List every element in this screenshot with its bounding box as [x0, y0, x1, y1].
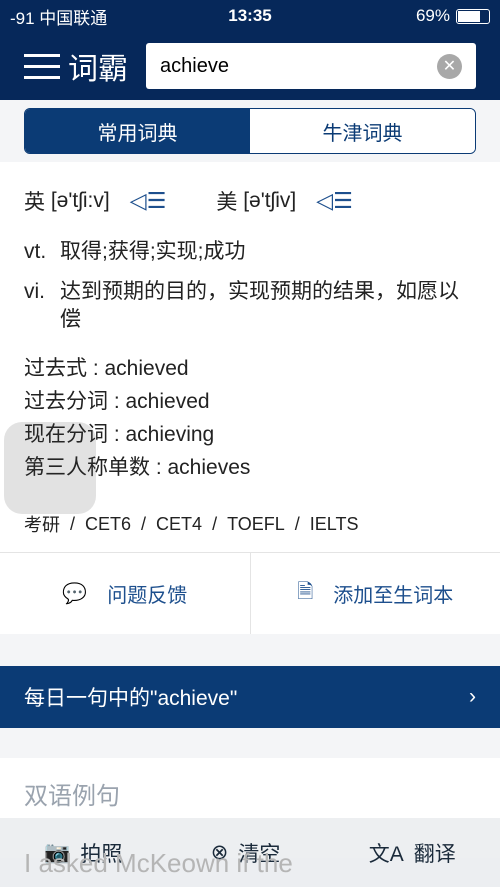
uk-label: 英 [24, 191, 45, 214]
translate-button[interactable]: 文A 翻译 [369, 838, 456, 868]
feedback-label: 问题反馈 [107, 585, 188, 607]
pos: vi. [24, 280, 45, 303]
chevron-right-icon: › [469, 685, 476, 708]
search-box: ✕ [146, 43, 476, 89]
word-form: 过去分词 : achieved [24, 390, 210, 413]
tab-common-dict[interactable]: 常用词典 [25, 109, 250, 153]
daily-label: 每日一句中的"achieve" [24, 687, 238, 710]
meaning: 达到预期的目的，实现预期的结果，如愿以偿 [60, 280, 459, 331]
daily-sentence-link[interactable]: 每日一句中的"achieve" › [0, 666, 500, 728]
definition: vt. 取得;获得;实现;成功 [24, 238, 476, 266]
pos: vt. [24, 240, 47, 263]
search-input[interactable] [160, 54, 437, 78]
add-to-wordbook-button[interactable]: 🗎 添加至生词本 [249, 553, 500, 634]
word-form: 过去式 : achieved [24, 357, 189, 380]
assistive-touch-button[interactable] [4, 422, 96, 514]
tag: 考研 [24, 515, 60, 535]
tag: TOEFL [227, 513, 285, 534]
photo-label: 拍照 [80, 842, 123, 866]
translate-icon: 文A [368, 842, 404, 866]
battery-percent: 69% [415, 6, 450, 25]
tab-oxford-dict[interactable]: 牛津词典 [250, 109, 475, 153]
definition-card: 英 [ə'tʃi:v] ◁☰ 美 [ə'tʃiv] ◁☰ vt. 取得;获得;实现… [0, 162, 500, 634]
uk-phonetic: [ə'tʃi:v] [50, 189, 110, 212]
add-note-icon: 🗎 [297, 580, 314, 603]
clear-icon[interactable]: ✕ [437, 53, 462, 79]
carrier: -91 中国联通 [10, 8, 108, 28]
speaker-icon[interactable]: ◁☰ [316, 188, 353, 214]
close-circle-icon: ⊗ [210, 841, 229, 864]
logo: 词霸 [68, 53, 128, 86]
meaning: 取得;获得;实现;成功 [60, 240, 246, 263]
photo-button[interactable]: 📷 拍照 [44, 838, 122, 868]
camera-icon: 📷 [44, 840, 71, 864]
menu-icon[interactable] [24, 53, 60, 79]
add-word-label: 添加至生词本 [333, 585, 454, 607]
us-label: 美 [216, 191, 238, 214]
translate-label: 翻译 [413, 842, 456, 866]
feedback-button[interactable]: 💬 问题反馈 [0, 553, 250, 634]
bottom-toolbar: 📷 拍照 ⊗ 清空 文A 翻译 [0, 818, 500, 887]
dictionary-tabs: 常用词典 牛津词典 [24, 108, 476, 154]
speaker-icon[interactable]: ◁☰ [130, 188, 167, 214]
status-bar: -91 中国联通 13:35 69% [0, 0, 500, 32]
tag: CET4 [156, 513, 203, 534]
chat-icon: 💬 [62, 583, 88, 605]
clear-label: 清空 [238, 842, 281, 866]
definition: vi. 达到预期的目的，实现预期的结果，如愿以偿 [24, 278, 476, 334]
examples-title: 双语例句 [24, 783, 120, 810]
clear-button[interactable]: ⊗ 清空 [211, 838, 281, 868]
tag: CET6 [85, 513, 132, 534]
header: 词霸 ✕ [0, 32, 500, 100]
tag: IELTS [309, 513, 359, 534]
us-phonetic: [ə'tʃiv] [243, 189, 297, 212]
battery-icon [456, 9, 490, 25]
